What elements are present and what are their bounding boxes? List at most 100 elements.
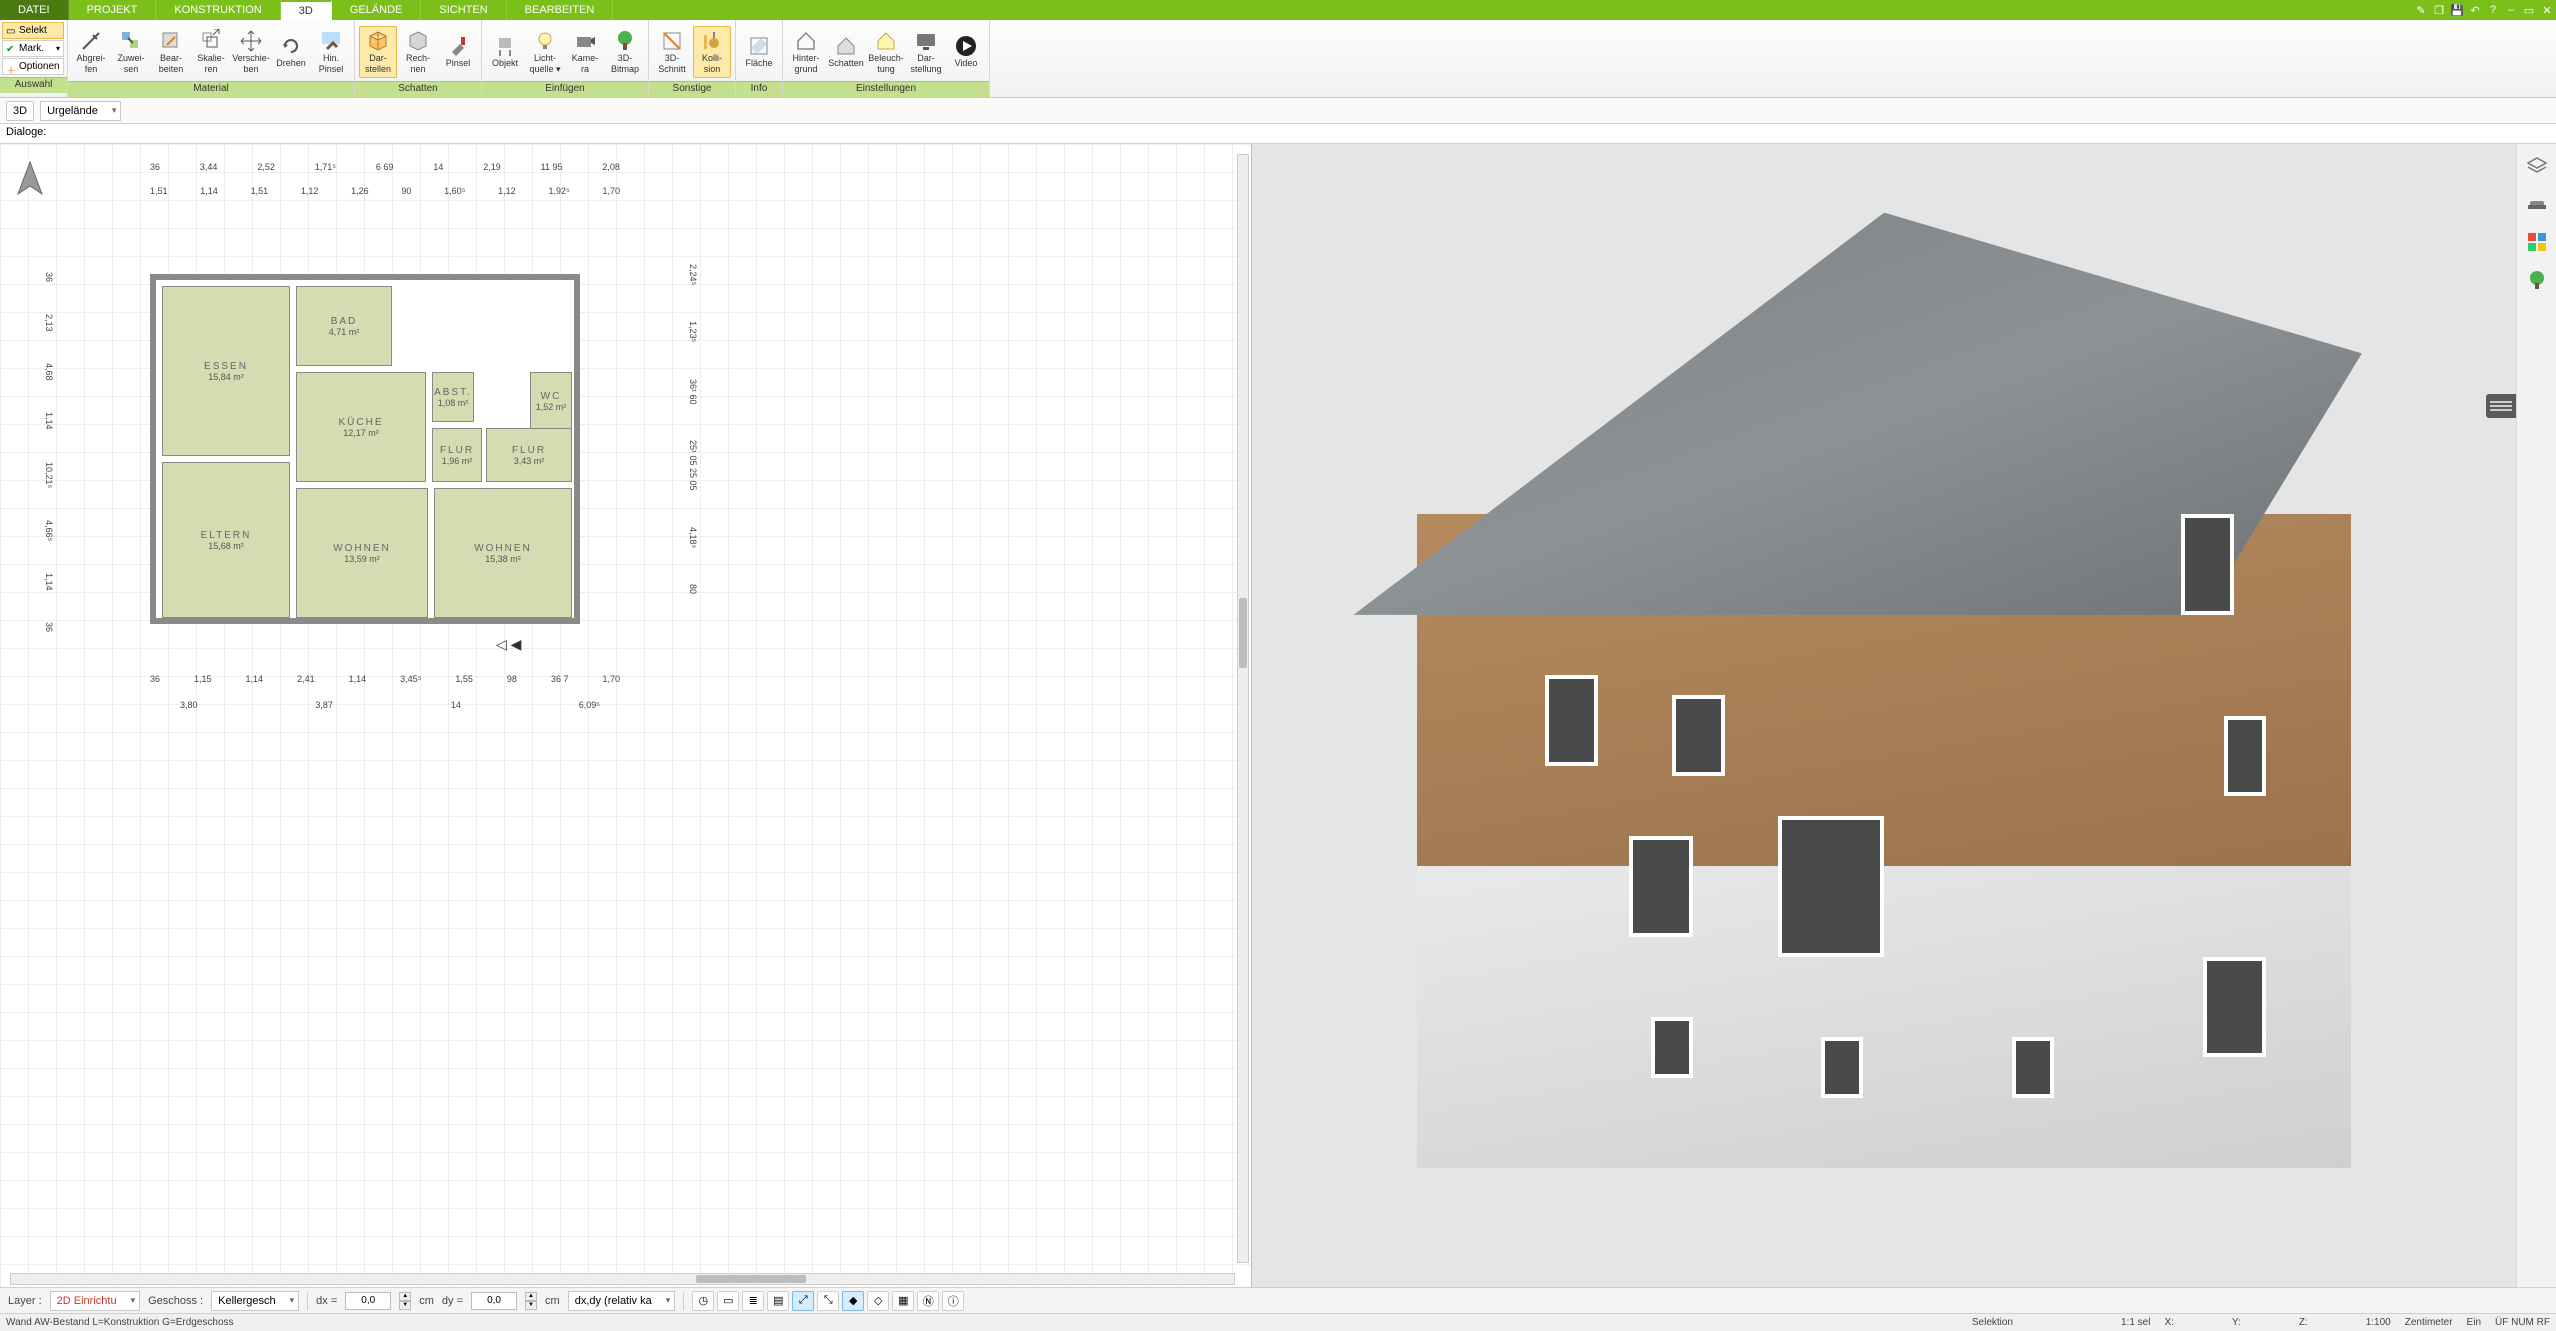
fill-icon[interactable]: ◆ (842, 1291, 864, 1311)
lichtquelle-button[interactable]: Licht- quelle ▾ (526, 26, 564, 78)
menu-projekt[interactable]: PROJEKT (69, 0, 157, 20)
clock-icon[interactable]: ◷ (692, 1291, 714, 1311)
darstellung-button[interactable]: Dar- stellung (907, 26, 945, 78)
darstellen-button[interactable]: Dar- stellen (359, 26, 397, 78)
layers2-icon[interactable]: ≣ (742, 1291, 764, 1311)
layers-icon[interactable] (2525, 154, 2549, 178)
pinsel-button[interactable]: Pinsel (439, 31, 477, 72)
room-eltern: ELTERN15,68 m² (162, 462, 290, 618)
save-icon[interactable]: 💾 (2448, 0, 2466, 20)
kollision-button[interactable]: Kolli- sion (693, 26, 731, 78)
video-button[interactable]: Video (947, 31, 985, 72)
floor-plan: ESSEN15,84 m²BAD4,71 m²KÜCHE12,17 m²ABST… (150, 274, 580, 624)
bearbeiten-button[interactable]: Bear- beiten (152, 26, 190, 78)
objekt-button[interactable]: Objekt (486, 31, 524, 72)
layer-select[interactable]: 2D Einrichtu (50, 1291, 140, 1311)
2d-plan-view[interactable]: 363,442,521,71⁵6 69142,1911 952,08 1,511… (0, 144, 1252, 1287)
dy-input[interactable]: 0,0 (471, 1292, 517, 1310)
room-abst.: ABST.1,08 m² (432, 372, 474, 422)
menu-gelaende[interactable]: GELÄNDE (332, 0, 422, 20)
dim-label: 36 (150, 162, 160, 172)
help-icon[interactable]: ? (2484, 0, 2502, 20)
dim-label: 10,21⁵ (44, 462, 54, 488)
zuweisen-button[interactable]: Zuwei- sen (112, 26, 150, 78)
hintergrund-button[interactable]: Hinter- grund (787, 26, 825, 78)
north-icon[interactable]: Ⓝ (917, 1291, 939, 1311)
pencil-icon[interactable]: ✎ (2412, 0, 2430, 20)
undo-icon[interactable]: ↶ (2466, 0, 2484, 20)
select-rect-icon[interactable]: ▭ (717, 1291, 739, 1311)
grid-icon[interactable]: ▦ (892, 1291, 914, 1311)
mark-button[interactable]: ✔Mark.▾ (2, 40, 64, 57)
coord-mode-select[interactable]: dx,dy (relativ ka (568, 1291, 676, 1311)
close-icon[interactable]: ✕ (2538, 0, 2556, 20)
outline-icon[interactable]: ◇ (867, 1291, 889, 1311)
verschieben-button[interactable]: Verschie- ben (232, 26, 270, 78)
info-dot-icon[interactable]: ⓘ (942, 1291, 964, 1311)
beleuchtung-button[interactable]: Beleuch- tung (867, 26, 905, 78)
dim-label: 1,14 (200, 186, 218, 196)
view-mode-pill[interactable]: 3D (6, 101, 34, 121)
selekt-button[interactable]: ▭Selekt (2, 22, 64, 39)
palette-icon[interactable] (2525, 230, 2549, 254)
hide-dims-icon[interactable]: ⤡ (817, 1291, 839, 1311)
stack-icon[interactable]: ▤ (767, 1291, 789, 1311)
hinpinsel-button[interactable]: Hin. Pinsel (312, 26, 350, 78)
dx-input[interactable]: 0,0 (345, 1292, 391, 1310)
dx-spinner[interactable]: ▲▼ (399, 1292, 411, 1310)
dy-spinner[interactable]: ▲▼ (525, 1292, 537, 1310)
copy-icon[interactable]: ❐ (2430, 0, 2448, 20)
restore-icon[interactable]: ▭ (2520, 0, 2538, 20)
layer-dropdown[interactable]: Urgelände (40, 101, 121, 121)
menu-bar: DATEI PROJEKT KONSTRUKTION 3D GELÄNDE SI… (0, 0, 2556, 20)
schatten2-button[interactable]: Schatten (827, 31, 865, 72)
schnitt-button[interactable]: 3D- Schnitt (653, 26, 691, 78)
side-panel-toggle[interactable] (2486, 394, 2516, 418)
kamera-button[interactable]: Kame- ra (566, 26, 604, 78)
dim-label: 1,15 (194, 674, 212, 684)
play-icon (954, 34, 978, 58)
menu-sichten[interactable]: SICHTEN (421, 0, 506, 20)
ribbon-group-label: Material (68, 81, 354, 97)
skalieren-button[interactable]: Skalie- ren (192, 26, 230, 78)
dim-label: 36 7 (551, 674, 569, 684)
area-icon (747, 34, 771, 58)
check-icon: ✔ (6, 44, 16, 54)
ribbon-group-label: Einfügen (482, 81, 648, 97)
geschoss-select[interactable]: Kellergesch (211, 1291, 299, 1311)
show-dims-icon[interactable]: ⤢ (792, 1291, 814, 1311)
dim-label: 6,09⁵ (579, 700, 600, 710)
furniture-icon[interactable] (2525, 192, 2549, 216)
ribbon-group-label: Info (736, 81, 782, 97)
vertical-scrollbar[interactable] (1237, 154, 1249, 1263)
room-wohnen: WOHNEN15,38 m² (434, 488, 572, 618)
plus-icon: ＋ (6, 62, 16, 72)
bitmap-button[interactable]: 3D- Bitmap (606, 26, 644, 78)
menu-datei[interactable]: DATEI (0, 0, 69, 20)
dim-label: 3,87 (315, 700, 333, 710)
dx-label: dx = (316, 1295, 337, 1307)
dim-label: 2,24⁵ (688, 264, 698, 285)
3d-view[interactable] (1252, 144, 2516, 1287)
rechnen-button[interactable]: Rech- nen (399, 26, 437, 78)
menu-konstruktion[interactable]: KONSTRUKTION (156, 0, 280, 20)
collision-icon (700, 29, 724, 53)
horizontal-scrollbar[interactable] (10, 1273, 1235, 1285)
status-left: Wand AW-Bestand L=Konstruktion G=Erdgesc… (6, 1317, 234, 1328)
drehen-button[interactable]: Drehen (272, 31, 310, 72)
tree-icon (613, 29, 637, 53)
status-selektion: Selektion (1972, 1317, 2013, 1328)
dim-label: 1,14 (246, 674, 264, 684)
menu-3d[interactable]: 3D (281, 0, 332, 20)
edit-icon (159, 29, 183, 53)
dim-label: 98 (507, 674, 517, 684)
abgreifen-button[interactable]: Abgrei- fen (72, 26, 110, 78)
view-selector-bar: 3D Urgelände (0, 98, 2556, 124)
room-küche: KÜCHE12,17 m² (296, 372, 426, 482)
house-model (1354, 213, 2415, 1219)
menu-bearbeiten[interactable]: BEARBEITEN (507, 0, 614, 20)
tree2-icon[interactable] (2525, 268, 2549, 292)
flaeche-button[interactable]: Fläche (740, 31, 778, 72)
optionen-button[interactable]: ＋Optionen (2, 58, 64, 75)
minimize-icon[interactable]: – (2502, 0, 2520, 20)
